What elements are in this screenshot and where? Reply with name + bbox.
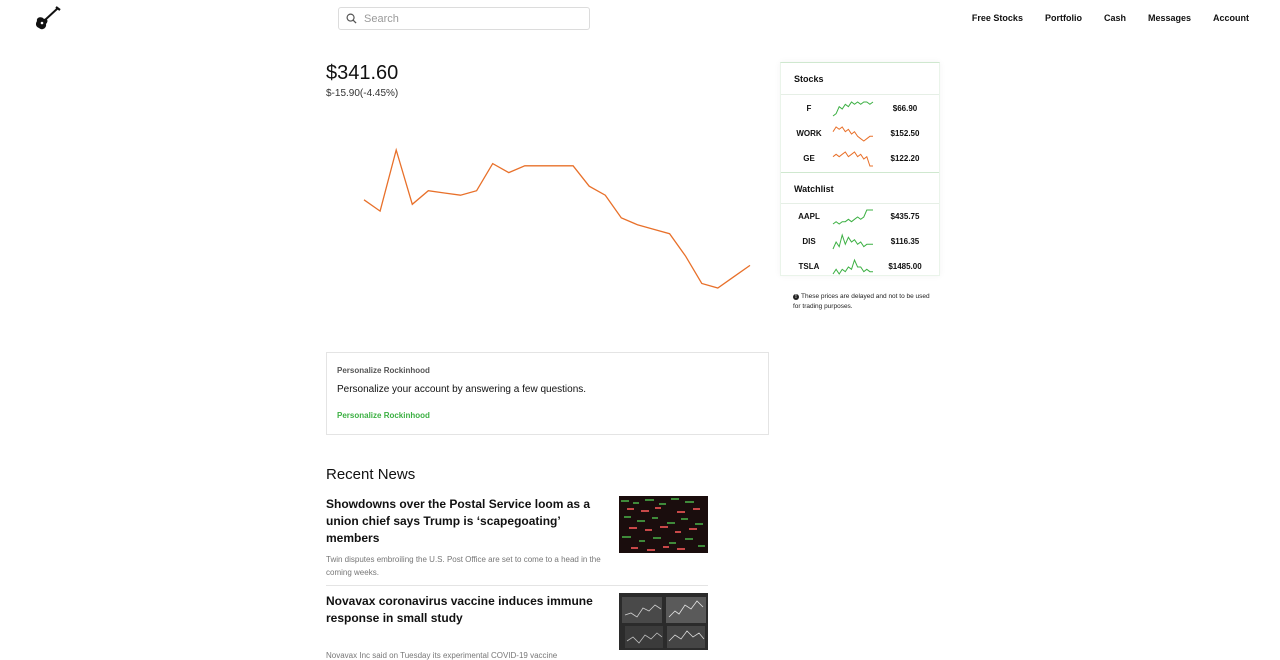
news-item-summary: Novavax Inc said on Tuesday its experime…	[326, 651, 558, 660]
news-item[interactable]: Novavax coronavirus vaccine induces immu…	[326, 593, 708, 660]
news-item-title[interactable]: Novavax coronavirus vaccine induces immu…	[326, 593, 610, 627]
stock-price: $116.35	[890, 237, 920, 246]
price-delay-disclaimer: ! These prices are delayed and not to be …	[793, 292, 933, 312]
stock-symbol: WORK	[796, 129, 822, 138]
stock-row-ge[interactable]: GE $122.20	[781, 146, 939, 171]
recent-news-heading: Recent News	[326, 466, 416, 483]
personalize-card-text: Personalize your account by answering a …	[337, 384, 587, 395]
guitar-logo-icon[interactable]	[34, 6, 62, 32]
personalize-card-title: Personalize Rockinhood	[337, 366, 430, 375]
stock-sparkline	[832, 101, 874, 117]
disclaimer-text: These prices are delayed and not to be u…	[793, 293, 930, 310]
stocks-heading: Stocks	[794, 74, 824, 84]
news-item-title[interactable]: Showdowns over the Postal Service loom a…	[326, 496, 610, 547]
news-item[interactable]: Showdowns over the Postal Service loom a…	[326, 496, 708, 586]
nav-account[interactable]: Account	[1213, 13, 1249, 23]
stock-symbol: F	[806, 104, 812, 113]
news-item-summary: Twin disputes embroiling the U.S. Post O…	[326, 555, 601, 577]
watchlist-row-dis[interactable]: DIS $116.35	[781, 229, 939, 254]
search-input[interactable]	[364, 12, 564, 25]
stock-price: $435.75	[890, 212, 920, 221]
search-icon	[346, 13, 357, 24]
stock-symbol: AAPL	[798, 212, 820, 221]
personalize-link[interactable]: Personalize Rockinhood	[337, 411, 430, 420]
watchlist-section-header: Watchlist	[781, 172, 939, 204]
nav-cash[interactable]: Cash	[1104, 13, 1126, 23]
stock-sparkline	[832, 258, 873, 275]
personalize-card: Personalize Rockinhood Personalize your …	[326, 352, 769, 435]
stock-price: $1485.00	[888, 262, 922, 271]
stock-symbol: TSLA	[798, 262, 820, 271]
stock-sparkline	[832, 151, 873, 167]
info-icon: !	[793, 294, 799, 300]
stock-symbol: DIS	[802, 237, 816, 246]
news-thumbnail-stock-board-image[interactable]	[619, 496, 708, 553]
stock-row-f[interactable]: F $66.90	[781, 96, 939, 121]
stocks-sidebar: Stocks F $66.90 WORK $152.50 GE $122.20 …	[780, 62, 940, 276]
stock-price: $152.50	[890, 129, 920, 138]
watchlist-row-aapl[interactable]: AAPL $435.75	[781, 204, 939, 229]
stock-row-work[interactable]: WORK $152.50	[781, 121, 939, 146]
top-nav: Free Stocks Portfolio Cash Messages Acco…	[950, 13, 1249, 23]
nav-free-stocks[interactable]: Free Stocks	[972, 13, 1023, 23]
stock-price: $66.90	[892, 104, 918, 113]
portfolio-series-line	[363, 147, 751, 289]
stock-sparkline	[832, 126, 873, 142]
watchlist-heading: Watchlist	[794, 184, 834, 194]
stock-price: $122.20	[890, 154, 920, 163]
stock-sparkline	[832, 233, 873, 250]
search-bar[interactable]	[338, 7, 590, 30]
nav-portfolio[interactable]: Portfolio	[1045, 13, 1082, 23]
watchlist-row-tsla[interactable]: TSLA $1485.00	[781, 254, 939, 279]
news-thumbnail-trading-screens-image[interactable]	[619, 593, 708, 650]
portfolio-value: $341.60	[326, 62, 399, 84]
nav-messages[interactable]: Messages	[1148, 13, 1191, 23]
stock-sparkline	[832, 209, 873, 225]
stock-symbol: GE	[803, 154, 815, 163]
portfolio-line-chart[interactable]	[326, 110, 766, 330]
stocks-section-header: Stocks	[781, 63, 939, 95]
portfolio-change: $-15.90(-4.45%)	[326, 88, 399, 99]
